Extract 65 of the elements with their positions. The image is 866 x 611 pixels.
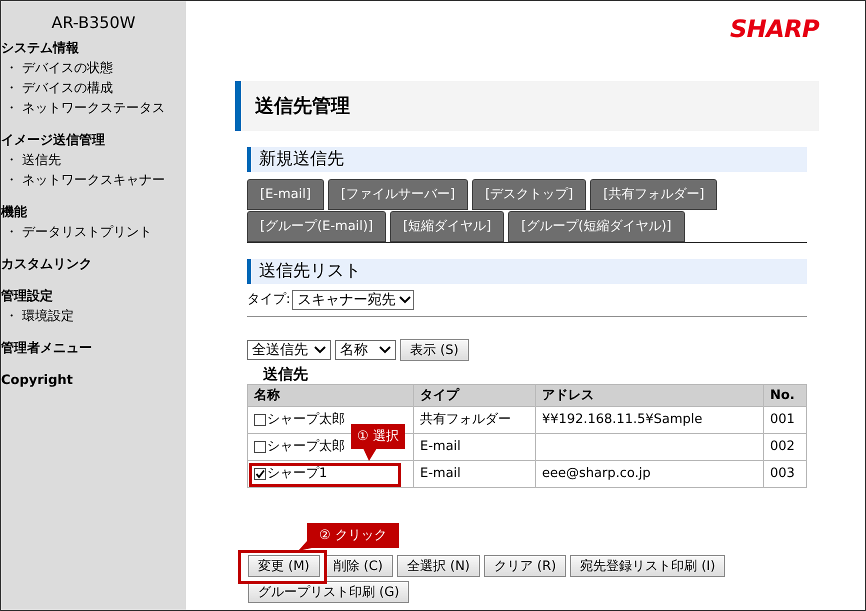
sidebar-heading[interactable]: イメージ送信管理 <box>1 131 186 151</box>
page-title: 送信先管理 <box>255 94 350 119</box>
tab[interactable]: [共有フォルダー] <box>590 179 718 210</box>
row-checkbox[interactable] <box>254 441 266 453</box>
sidebar-link[interactable]: ・ ネットワークステータス <box>1 99 186 119</box>
column-header: 名称 <box>248 384 414 406</box>
sidebar-heading[interactable]: 管理者メニュー <box>1 339 186 359</box>
destination-name: シャープ太郎 <box>267 438 345 456</box>
sidebar-link[interactable]: ・ ネットワークスキャナー <box>1 171 186 191</box>
column-header: No. <box>764 384 806 406</box>
action-button[interactable]: 変更 (M) <box>248 555 320 577</box>
table-cell: 003 <box>764 460 806 488</box>
action-button[interactable]: 全選択 (N) <box>396 555 480 577</box>
tab[interactable]: [短縮ダイヤル] <box>390 211 504 242</box>
model-name: AR-B350W <box>50 12 136 34</box>
table-caption: 送信先 <box>263 364 309 384</box>
sidebar-link[interactable]: ・ 環境設定 <box>1 307 186 327</box>
callout: ② クリック <box>307 523 399 548</box>
sidebar-link[interactable]: ・ デバイスの構成 <box>1 79 186 99</box>
tab[interactable]: [E-mail] <box>247 179 324 210</box>
table-cell: E-mail <box>414 460 536 488</box>
dropdown[interactable]: 名称 <box>335 340 396 360</box>
dropdown-value: スキャナー宛先 <box>297 290 396 310</box>
table-cell: eee@sharp.co.jp <box>536 460 764 488</box>
dropdown-value: 全送信先 <box>252 340 308 360</box>
tab[interactable]: [グループ(短縮ダイヤル)] <box>508 211 684 242</box>
action-button[interactable]: クリア (R) <box>484 555 566 577</box>
column-header: タイプ <box>414 384 536 406</box>
section-title: 送信先リスト <box>259 260 361 283</box>
brand-logo: SHARP <box>730 14 819 45</box>
row-checkbox[interactable] <box>254 414 266 426</box>
sidebar-link[interactable]: ・ 送信先 <box>1 151 186 171</box>
table-cell: ¥¥192.168.11.5¥Sample <box>536 406 764 434</box>
sidebar-heading[interactable]: カスタムリンク <box>1 255 186 275</box>
callout-pointer <box>363 448 377 461</box>
tab[interactable]: [デスクトップ] <box>472 179 586 210</box>
dropdown[interactable]: スキャナー宛先 <box>292 290 414 310</box>
tab[interactable]: [グループ(E-mail)] <box>247 211 386 242</box>
row-checkbox[interactable] <box>254 468 266 480</box>
destination-name: シャープ太郎 <box>267 411 345 430</box>
chevron-down-icon <box>314 346 326 354</box>
tab[interactable]: [ファイルサーバー] <box>328 179 468 210</box>
sidebar-heading[interactable]: 管理設定 <box>1 287 186 307</box>
action-button[interactable]: 宛先登録リスト印刷 (I) <box>570 555 726 577</box>
dropdown[interactable]: 全送信先 <box>247 340 331 360</box>
type-label: タイプ: <box>247 291 290 310</box>
sidebar-heading[interactable]: Copyright <box>1 371 186 391</box>
show-button[interactable]: 表示 (S) <box>400 339 469 361</box>
section-title: 新規送信先 <box>259 148 344 171</box>
dropdown-value: 名称 <box>340 340 368 360</box>
table-cell: 001 <box>764 406 806 434</box>
sidebar-heading[interactable]: 機能 <box>1 203 186 223</box>
sidebar-link[interactable]: ・ デバイスの状態 <box>1 59 186 79</box>
table-cell: 002 <box>764 434 806 460</box>
sidebar-link[interactable]: ・ データリストプリント <box>1 223 186 243</box>
action-button[interactable]: グループリスト印刷 (G) <box>248 581 410 603</box>
table-cell: E-mail <box>414 434 536 460</box>
checkmark-icon <box>255 469 265 479</box>
table-cell: 共有フォルダー <box>414 406 536 434</box>
chevron-down-icon <box>379 346 391 354</box>
destination-name: シャープ1 <box>267 465 328 484</box>
callout-pointer <box>298 541 312 551</box>
sidebar-heading[interactable]: システム情報 <box>1 39 186 59</box>
column-header: アドレス <box>536 384 764 406</box>
chevron-down-icon <box>399 296 412 304</box>
